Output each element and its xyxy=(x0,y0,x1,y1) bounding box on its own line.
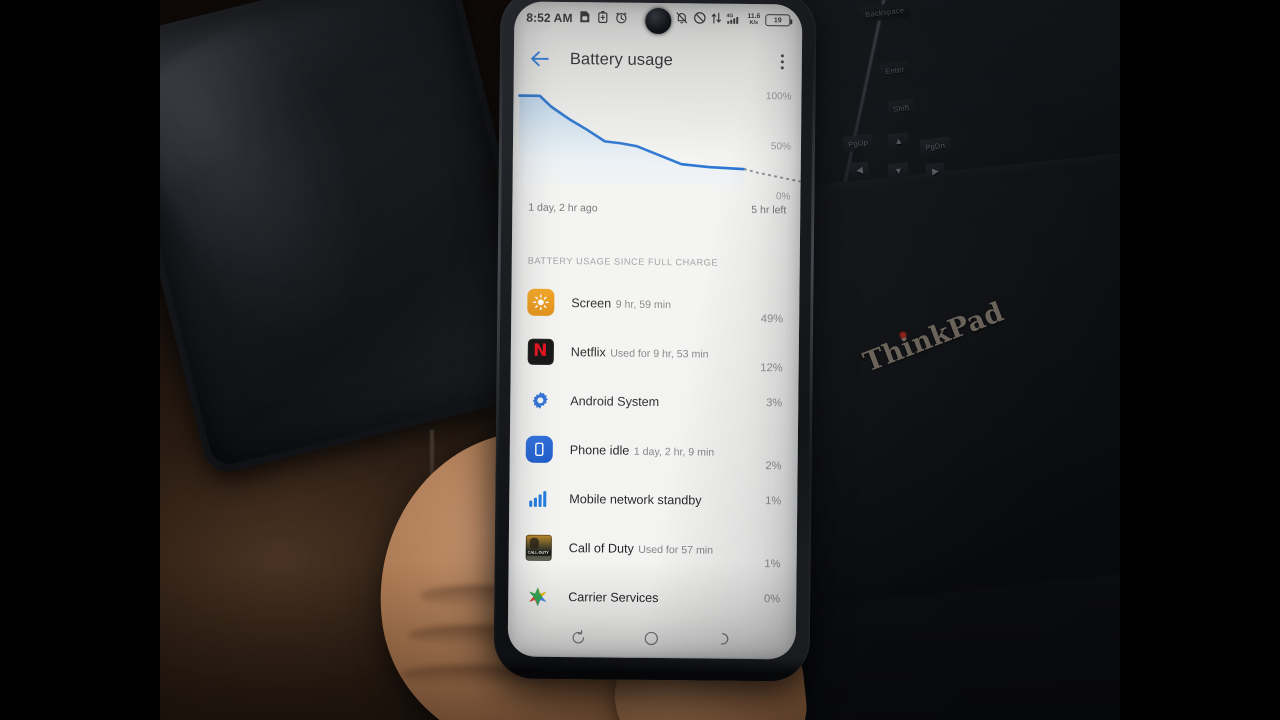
list-item-text: Android System xyxy=(570,392,758,412)
phone-idle-icon xyxy=(525,435,553,463)
list-item-text: Carrier Services xyxy=(568,588,756,608)
list-item-name: Call of Duty xyxy=(568,540,634,556)
section-header: Battery usage since full charge xyxy=(527,255,719,268)
svg-text:4G: 4G xyxy=(726,13,733,19)
network-speed-unit: K/s xyxy=(749,19,759,26)
y-tick-100: 100% xyxy=(765,91,792,103)
list-item-name: Mobile network standby xyxy=(569,491,702,507)
signal-4g-icon: 4G xyxy=(726,12,742,28)
netflix-icon: N xyxy=(527,338,554,365)
list-item-percent: 1% xyxy=(764,558,781,571)
do-not-disturb-icon xyxy=(693,11,706,27)
list-item-percent: 1% xyxy=(765,494,782,507)
list-item-name: Phone idle xyxy=(569,442,630,458)
chart-footer: 1 day, 2 hr ago 5 hr left xyxy=(512,201,800,217)
list-item[interactable]: Mobile network standby 1% xyxy=(509,473,797,525)
navigation-bar xyxy=(508,616,796,659)
list-item-text: Mobile network standby xyxy=(569,490,757,510)
list-item[interactable]: Android System 3% xyxy=(510,375,798,427)
phone-screen[interactable]: 8:52 AM 4G 11.6 K/s 19 Battery usage 100… xyxy=(507,1,803,660)
list-item[interactable]: CALL·DUTY Call of Duty Used for 57 min 1… xyxy=(509,522,797,574)
list-item[interactable]: N Netflix Used for 9 hr, 53 min 12% xyxy=(511,326,799,378)
android-system-gear-icon xyxy=(526,387,553,414)
status-bar-clock: 8:52 AM xyxy=(526,10,573,26)
phone-device: 8:52 AM 4G 11.6 K/s 19 Battery usage 100… xyxy=(493,0,817,682)
list-item-text: Call of Duty Used for 57 min xyxy=(569,539,757,559)
carrier-services-icon xyxy=(524,583,551,610)
list-item[interactable]: Phone idle 1 day, 2 hr, 9 min 2% xyxy=(510,424,798,476)
battery-indicator: 19 xyxy=(765,14,791,27)
mobile-network-signal-icon xyxy=(525,485,552,512)
list-item-percent: 3% xyxy=(766,396,783,409)
list-item-text: Phone idle 1 day, 2 hr, 9 min xyxy=(570,441,758,461)
dot xyxy=(780,59,784,63)
list-item[interactable]: Screen 9 hr, 59 min 49% xyxy=(511,277,799,329)
screen-brightness-icon xyxy=(527,288,555,316)
list-item-duration: 9 hr, 59 min xyxy=(615,298,672,311)
list-item-text: Screen 9 hr, 59 min xyxy=(571,294,753,314)
network-speed-indicator: 11.6 K/s xyxy=(747,13,760,27)
letterbox-left xyxy=(0,0,160,720)
dot xyxy=(780,53,784,57)
list-item-text: Netflix Used for 9 hr, 53 min xyxy=(571,343,753,363)
list-item-duration: Used for 9 hr, 53 min xyxy=(610,347,709,361)
list-item-duration: 1 day, 2 hr, 9 min xyxy=(633,445,715,459)
phone-bottom-shadow xyxy=(493,654,810,682)
status-bar-right-icons: 4G 11.6 K/s 19 xyxy=(675,11,791,28)
list-item-percent: 49% xyxy=(760,313,784,326)
key-arrow-up: ▲ xyxy=(887,131,911,150)
y-tick-0: 0% xyxy=(775,191,791,203)
back-arrow-icon[interactable] xyxy=(528,47,552,71)
list-item[interactable]: Carrier Services 0% xyxy=(508,571,796,619)
key-arrow-down: ▼ xyxy=(887,161,911,180)
call-of-duty-icon: CALL·DUTY xyxy=(525,534,552,561)
key-arrow-left: ◀ xyxy=(849,160,871,180)
list-item-name: Carrier Services xyxy=(568,589,659,605)
list-item-percent: 12% xyxy=(760,362,783,375)
recents-button[interactable] xyxy=(570,629,587,646)
photo-scene: Backspace Enter Shift PgUp PgDn ▲ ◀ ▼ ▶ … xyxy=(0,0,1280,720)
letterbox-right xyxy=(1120,0,1280,720)
home-button[interactable] xyxy=(643,629,660,646)
list-item-percent: 2% xyxy=(765,460,782,473)
status-bar-left-icons xyxy=(580,10,628,27)
photo-content: Backspace Enter Shift PgUp PgDn ▲ ◀ ▼ ▶ … xyxy=(160,0,1120,720)
more-options-icon[interactable] xyxy=(777,50,788,73)
chart-start-label: 1 day, 2 hr ago xyxy=(528,201,598,215)
dot xyxy=(780,65,784,69)
list-item-percent: 0% xyxy=(764,592,781,605)
sim-card-icon xyxy=(580,10,591,26)
chart-end-label: 5 hr left xyxy=(751,204,787,217)
list-item-name: Android System xyxy=(570,393,660,409)
y-tick-50: 50% xyxy=(770,141,792,153)
list-item-name: Screen xyxy=(571,295,612,311)
back-button[interactable] xyxy=(717,630,734,647)
key-arrow-right: ▶ xyxy=(925,161,947,181)
app-bar: Battery usage xyxy=(514,34,803,87)
list-item-duration: Used for 57 min xyxy=(638,543,714,557)
key-shift-right: Shift xyxy=(887,98,916,118)
list-item-name: Netflix xyxy=(570,344,606,359)
battery-usage-list[interactable]: Screen 9 hr, 59 min 49% N Netflix Used f… xyxy=(508,277,800,619)
battery-saver-icon xyxy=(598,10,609,26)
alarm-icon xyxy=(616,11,628,26)
front-camera xyxy=(645,7,672,35)
battery-chart: 100% 50% 0% 1 day, 2 hr ago 5 hr left xyxy=(512,84,802,247)
notifications-muted-icon xyxy=(675,11,688,27)
data-transfer-icon xyxy=(711,12,722,28)
chart-y-axis: 100% 50% 0% xyxy=(748,86,792,206)
page-title: Battery usage xyxy=(569,49,674,69)
